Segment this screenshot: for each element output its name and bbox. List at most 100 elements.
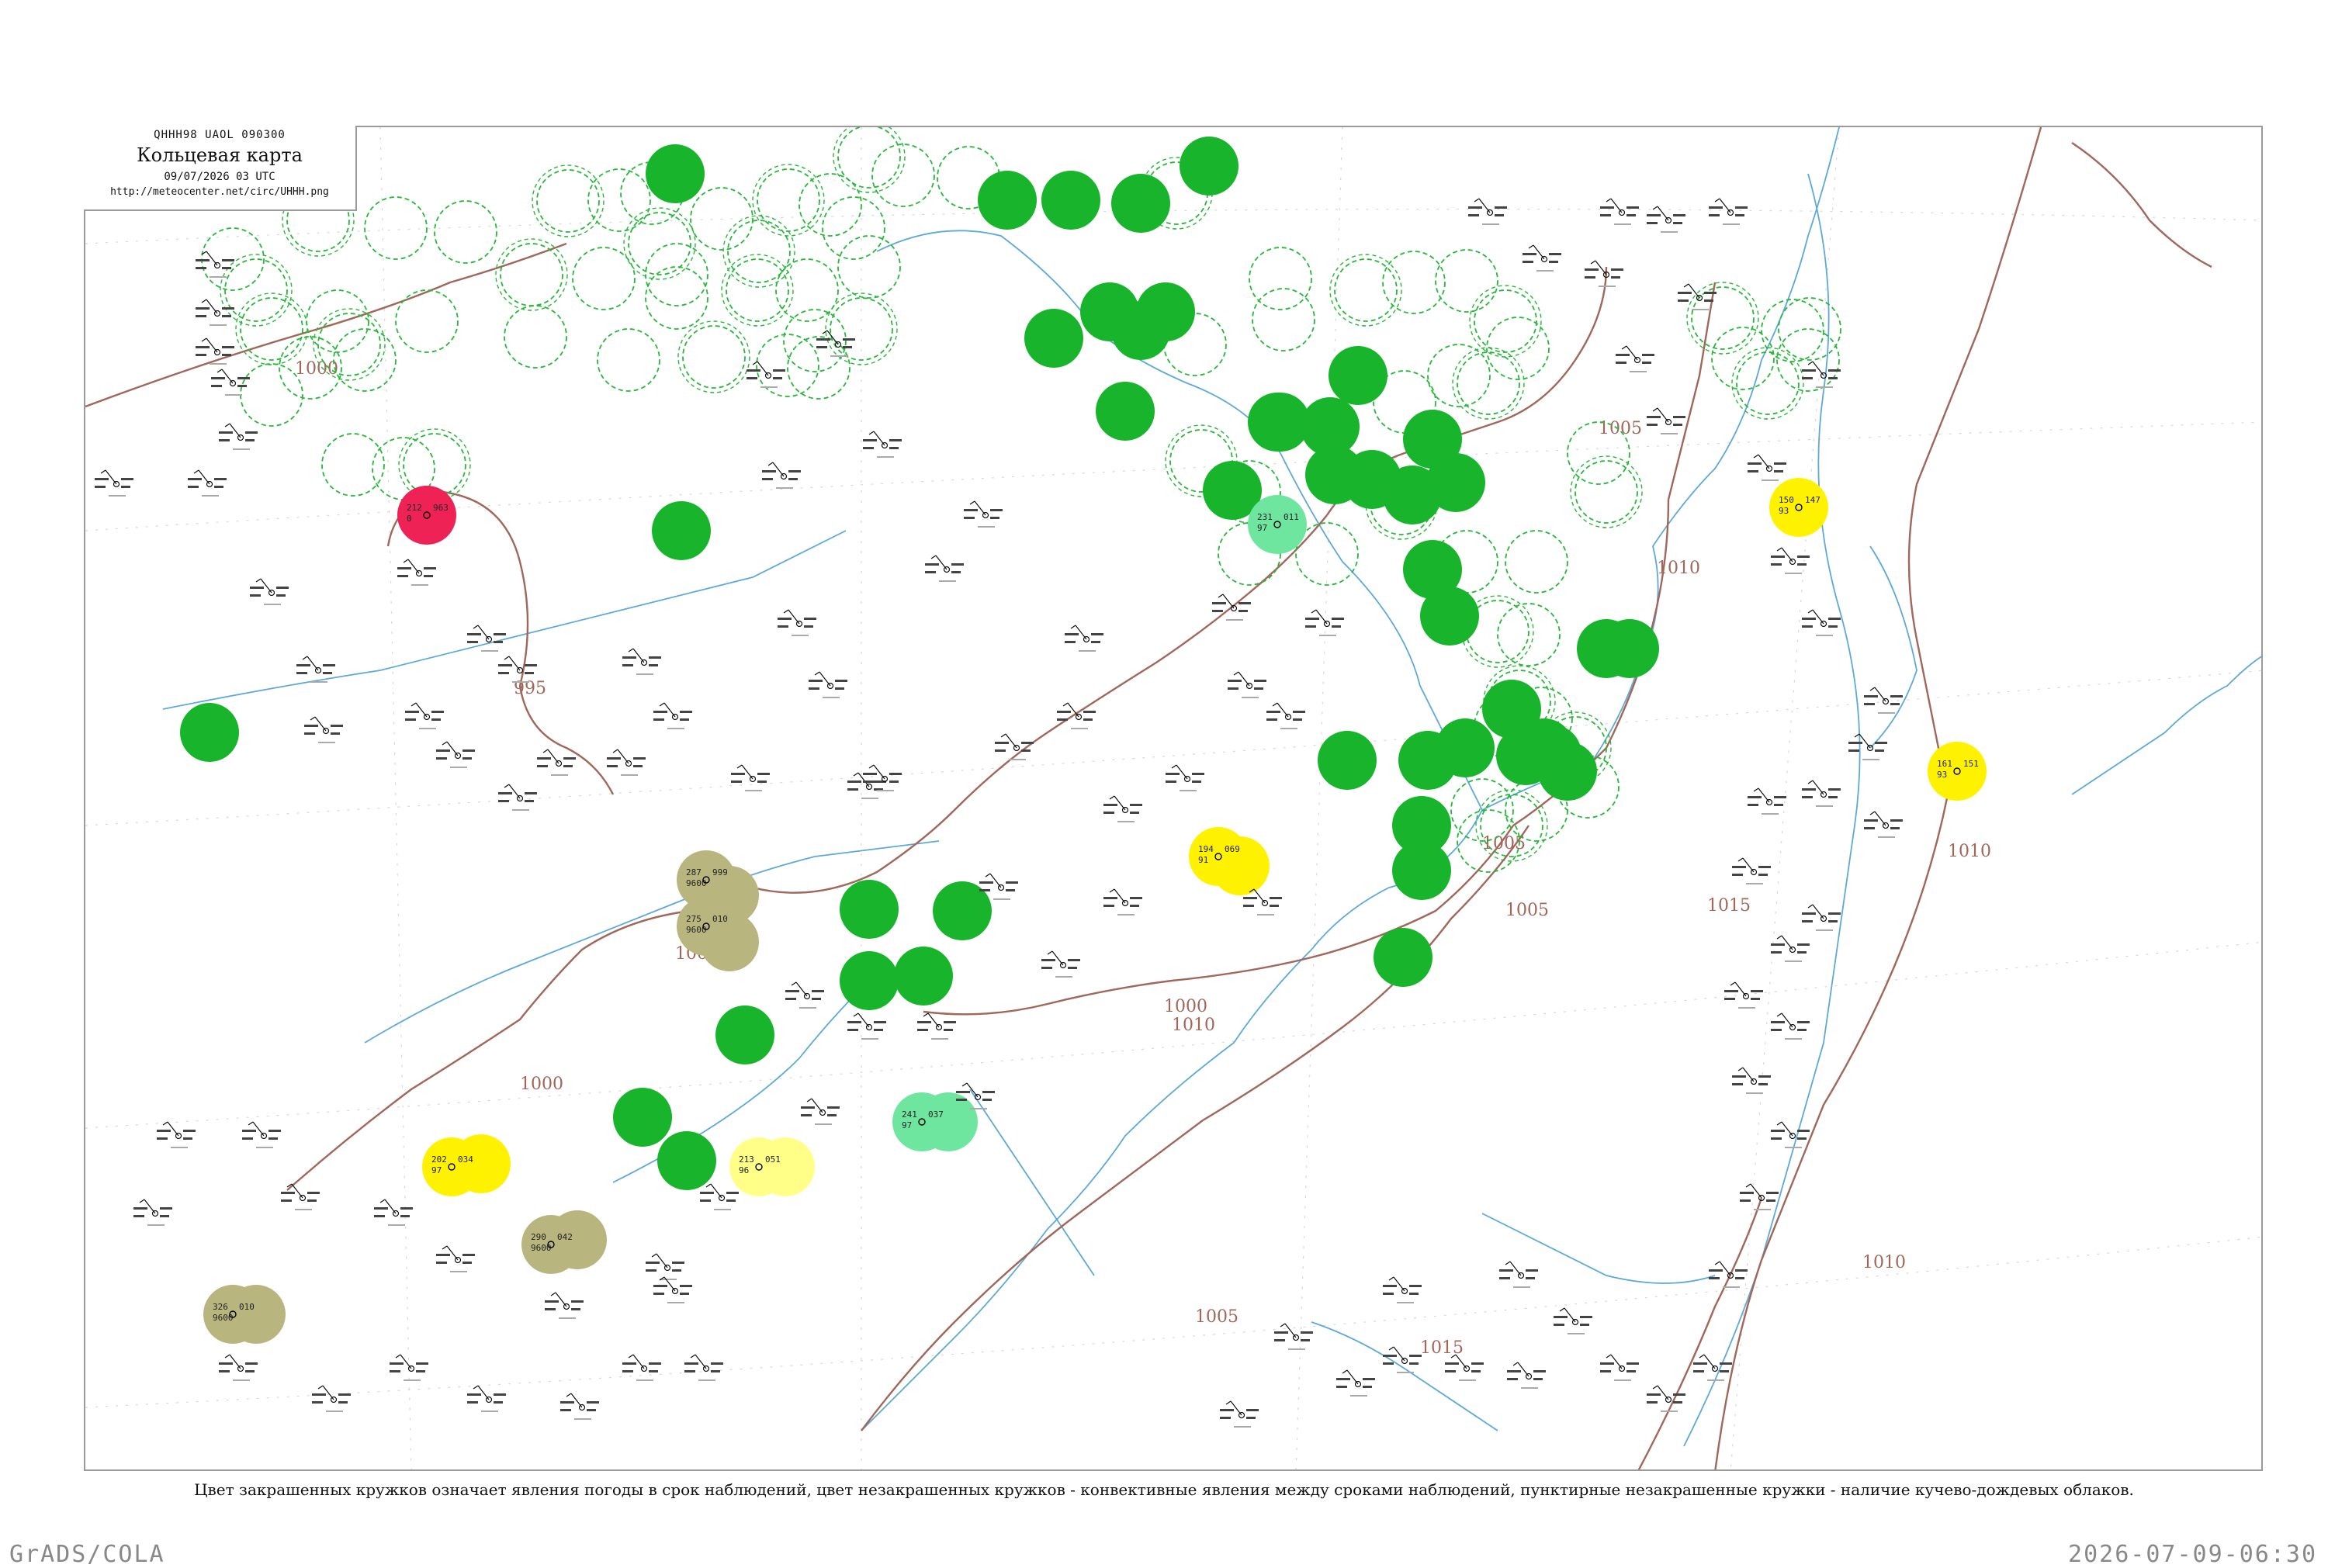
value-mark — [323, 664, 335, 666]
station-id-mark — [792, 635, 809, 636]
weather-map: 1000995100010001000100510101005100510101… — [84, 126, 2263, 1471]
value-mark — [219, 1362, 233, 1365]
value-mark — [1673, 1401, 1682, 1404]
wind-barb-feather — [651, 1253, 657, 1258]
wind-barb — [989, 873, 1002, 888]
convective-ring — [321, 433, 385, 497]
value-mark — [982, 1091, 995, 1093]
station-glyph — [1771, 1121, 1810, 1148]
value-mark — [889, 447, 899, 449]
station-id-mark — [326, 1411, 343, 1412]
value-mark — [1626, 214, 1636, 216]
value-mark — [1771, 1021, 1785, 1023]
convective-ring — [434, 200, 497, 264]
value-mark — [1724, 998, 1735, 1000]
station-id-mark — [1568, 1333, 1585, 1334]
wind-barb-feather — [961, 1082, 968, 1087]
isobar-labels: 1000995100010001000100510101005100510101… — [295, 359, 1991, 1358]
station-glyph — [863, 764, 902, 791]
value-mark — [1802, 912, 1816, 915]
wind-barb — [811, 1098, 823, 1113]
value-mark — [1774, 804, 1783, 806]
value-mark — [436, 749, 450, 752]
value-mark — [1006, 889, 1015, 891]
value-mark — [296, 664, 310, 666]
convective-ring — [837, 127, 901, 189]
wind-barb — [1277, 702, 1289, 718]
station-id-mark — [1117, 821, 1135, 822]
wind-barb — [966, 1082, 979, 1098]
wind-barb-feather — [1776, 935, 1782, 940]
station-glyph — [1103, 888, 1142, 916]
convective-ring — [1711, 327, 1775, 390]
value-mark — [1802, 796, 1813, 798]
weather-circle — [1136, 282, 1195, 341]
value-mark — [133, 1207, 147, 1210]
station-glyph — [1693, 1354, 1732, 1381]
value-mark — [424, 567, 436, 569]
station-glyph — [622, 1354, 661, 1381]
value-mark — [762, 478, 773, 480]
station-id-mark — [388, 1224, 405, 1226]
wind-barb — [1610, 1354, 1623, 1369]
value-mark — [1748, 470, 1758, 472]
value-mark — [711, 1370, 720, 1372]
value-mark — [1740, 1199, 1751, 1202]
station-dewpoint: 97 — [431, 1165, 442, 1175]
station-glyph — [1802, 609, 1841, 636]
wind-barb-feather — [403, 559, 409, 563]
value-mark — [211, 377, 225, 379]
station-dewpoint: 97 — [902, 1120, 912, 1130]
value-mark — [245, 431, 258, 434]
value-mark — [995, 749, 1006, 752]
value-mark — [1091, 641, 1100, 643]
wind-barb-feather — [1869, 687, 1876, 691]
value-mark — [646, 1269, 656, 1272]
wind-barb — [1051, 950, 1064, 966]
station-dewpoint: 97 — [1257, 523, 1267, 533]
wind-barb — [1657, 1385, 1669, 1400]
wind-barb-feather — [1233, 671, 1239, 676]
wind-barb — [446, 741, 459, 756]
value-mark — [222, 354, 231, 356]
value-mark — [560, 1401, 574, 1404]
wind-barb-feather — [1807, 780, 1814, 784]
station-pressure: 034 — [458, 1154, 473, 1165]
station-glyph — [312, 1385, 351, 1412]
station-glyph — [1848, 733, 1887, 760]
value-mark — [951, 563, 964, 566]
value-mark — [1797, 1137, 1807, 1140]
value-mark — [1580, 1324, 1589, 1326]
wind-barb-feather — [1062, 702, 1069, 707]
value-mark — [982, 1099, 992, 1101]
value-mark — [1890, 827, 1900, 829]
station-id-mark — [978, 526, 995, 528]
station-glyph — [847, 772, 886, 799]
value-mark — [889, 781, 899, 783]
cb-ring — [833, 127, 906, 193]
wind-barb-feather — [814, 671, 820, 676]
value-mark — [1709, 1277, 1720, 1279]
station-id-mark — [512, 681, 529, 683]
station-id-mark — [714, 1209, 731, 1210]
station-glyph — [1600, 198, 1639, 225]
station-id-mark — [310, 681, 327, 683]
wind-barb — [1742, 1067, 1755, 1082]
wind-barb — [291, 1183, 303, 1199]
isobar-label: 1005 — [1505, 901, 1549, 920]
wind-barb — [1253, 888, 1266, 904]
cb-ring — [1686, 282, 1759, 355]
value-mark — [1471, 1370, 1481, 1372]
station-id-mark — [1816, 805, 1833, 807]
wind-barb — [935, 555, 947, 570]
wind-barb-feather — [379, 1199, 386, 1203]
station-id-mark — [1459, 1379, 1476, 1381]
wind-barb — [1812, 361, 1824, 376]
station-id-mark — [1785, 1147, 1802, 1148]
station-pressure: 010 — [239, 1302, 255, 1312]
station-id-mark — [1226, 619, 1243, 621]
value-mark — [1445, 1370, 1456, 1372]
isobar-label: 1000 — [295, 359, 338, 379]
convective-ring — [572, 247, 636, 310]
wind-barb-feather — [868, 431, 875, 435]
